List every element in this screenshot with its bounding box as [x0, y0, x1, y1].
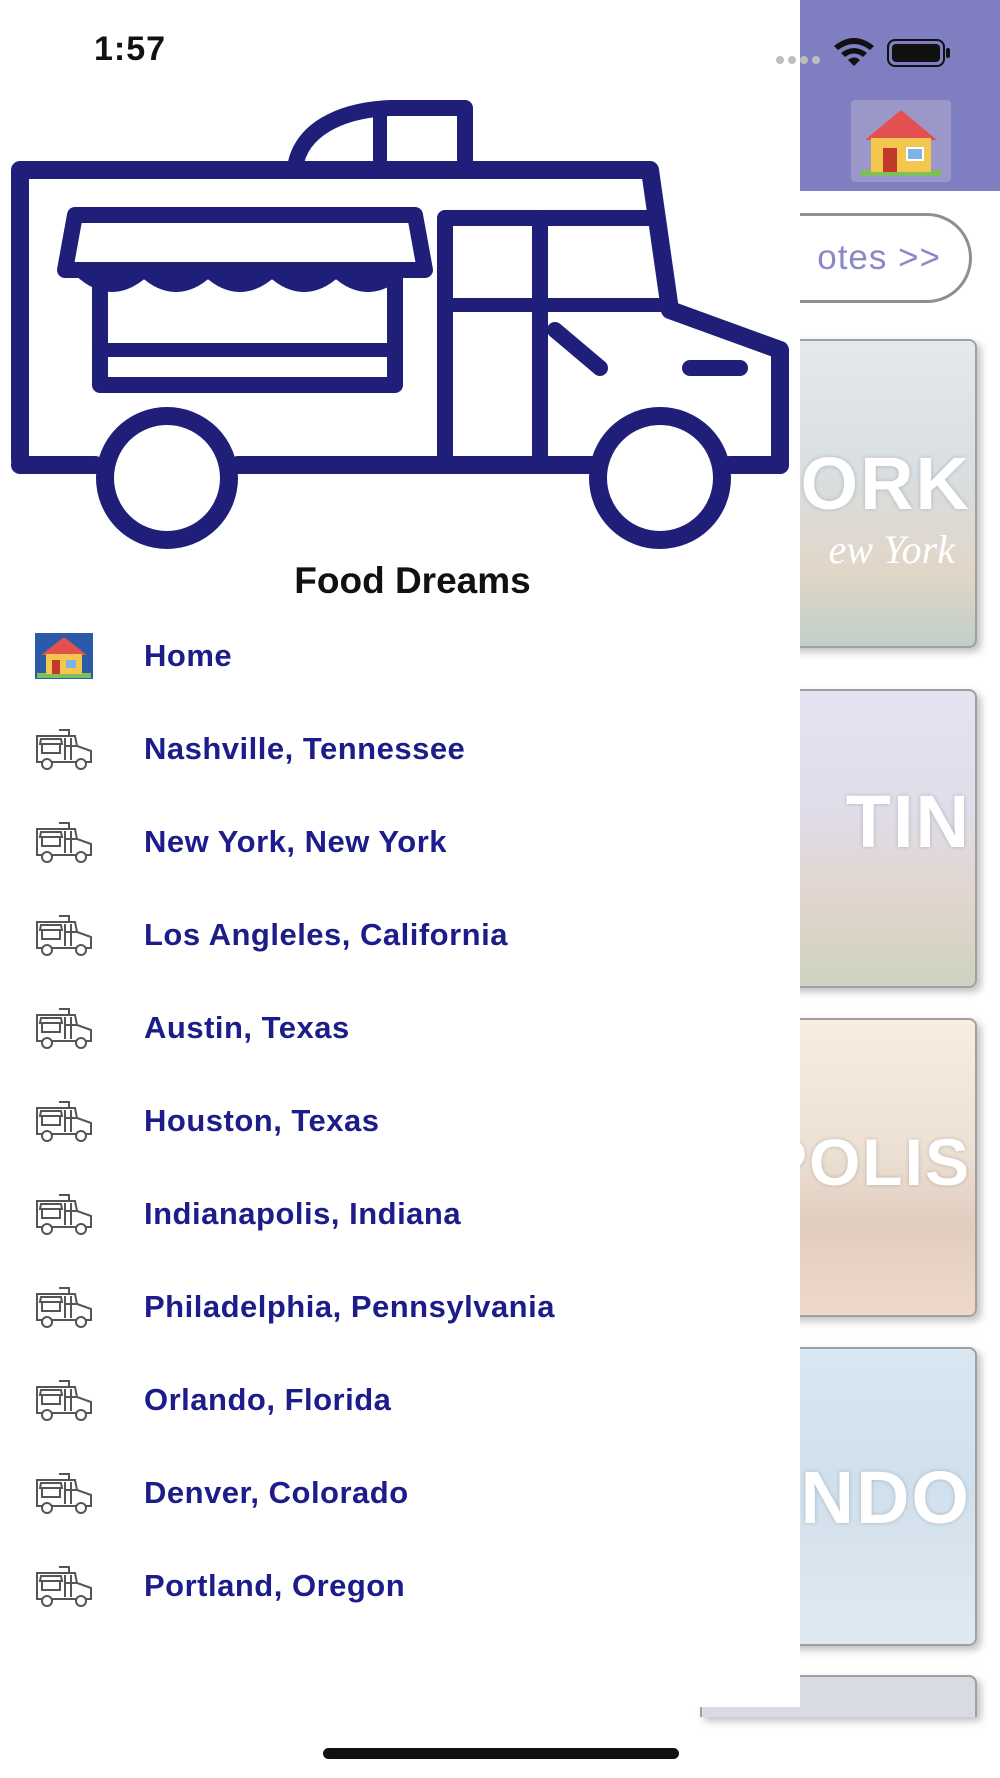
- menu-item-denver[interactable]: Denver, Colorado: [0, 1447, 800, 1539]
- city-card-title: TIN: [845, 780, 971, 863]
- cellular-signal-icon: [776, 56, 820, 64]
- menu-item-houston[interactable]: Houston, Texas: [0, 1075, 800, 1167]
- city-card-title: ORK: [800, 442, 971, 525]
- menu-item-los-angeles[interactable]: Los Angleles, California: [0, 889, 800, 981]
- food-truck-icon: [34, 1561, 94, 1611]
- menu-item-austin[interactable]: Austin, Texas: [0, 982, 800, 1074]
- wifi-icon: [834, 38, 874, 66]
- app-name: Food Dreams: [294, 560, 531, 601]
- menu-item-nashville[interactable]: Nashville, Tennessee: [0, 703, 800, 795]
- food-truck-icon: [34, 1189, 94, 1239]
- quotes-button-label: otes >>: [817, 238, 941, 277]
- menu-item-label: New York, New York: [144, 824, 448, 859]
- navigation-drawer: Food Dreams Home Nashville, Tennessee Ne…: [0, 0, 800, 1707]
- menu-item-label: Indianapolis, Indiana: [144, 1196, 462, 1231]
- status-icons: [776, 38, 950, 67]
- menu-item-label: Austin, Texas: [144, 1010, 350, 1045]
- food-truck-logo: [11, 100, 789, 549]
- home-button[interactable]: [851, 100, 951, 182]
- menu-item-label: Los Angleles, California: [144, 917, 508, 952]
- battery-icon: [887, 39, 950, 67]
- menu-item-label: Denver, Colorado: [144, 1475, 409, 1510]
- menu-item-indianapolis[interactable]: Indianapolis, Indiana: [0, 1168, 800, 1260]
- house-icon: [861, 110, 941, 176]
- menu-item-new-york[interactable]: New York, New York: [0, 796, 800, 888]
- food-truck-icon: [34, 1282, 94, 1332]
- status-time: 1:57: [94, 30, 167, 68]
- menu-item-orlando[interactable]: Orlando, Florida: [0, 1354, 800, 1446]
- food-truck-icon: [34, 724, 94, 774]
- city-card-subtitle: ew York: [828, 527, 955, 572]
- menu-item-label: Philadelphia, Pennsylvania: [144, 1289, 555, 1324]
- menu-item-label: Houston, Texas: [144, 1103, 380, 1138]
- food-truck-icon: [34, 1096, 94, 1146]
- menu-item-philadelphia[interactable]: Philadelphia, Pennsylvania: [0, 1261, 800, 1353]
- menu-item-label: Portland, Oregon: [144, 1568, 406, 1603]
- food-truck-icon: [34, 817, 94, 867]
- house-icon: [34, 631, 94, 681]
- food-truck-icon: [34, 910, 94, 960]
- menu-item-portland[interactable]: Portland, Oregon: [0, 1540, 800, 1632]
- menu-item-home[interactable]: Home: [0, 610, 800, 702]
- menu-item-label: Home: [144, 638, 233, 673]
- city-card-title: NDO: [800, 1456, 971, 1539]
- menu-item-label: Orlando, Florida: [144, 1382, 392, 1417]
- food-truck-icon: [34, 1468, 94, 1518]
- menu-item-label: Nashville, Tennessee: [144, 731, 466, 766]
- home-indicator[interactable]: [323, 1748, 679, 1759]
- food-truck-icon: [34, 1375, 94, 1425]
- food-truck-icon: [34, 1003, 94, 1053]
